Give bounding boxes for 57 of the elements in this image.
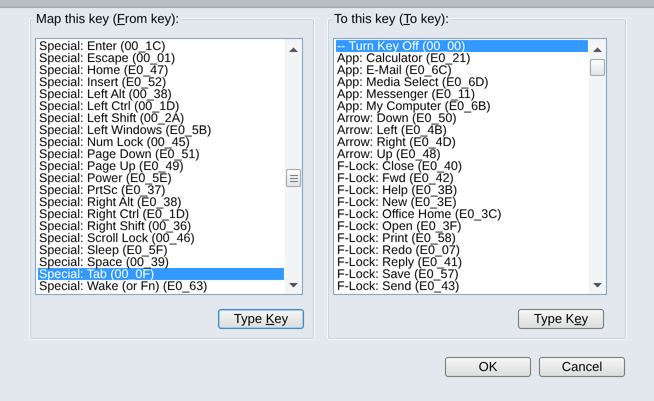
list-item[interactable]: Special: Home (E0_47) <box>38 64 284 76</box>
list-item[interactable]: App: E-Mail (E0_6C) <box>336 64 588 76</box>
key-listbox[interactable] <box>333 38 607 295</box>
list-item[interactable]: Special: Page Up (E0_49) <box>38 160 284 172</box>
list-item[interactable]: Arrow: Left (E0_4B) <box>336 124 588 136</box>
list-item[interactable]: Special: Num Lock (00_45) <box>38 136 284 148</box>
type-key-button[interactable]: Type Key <box>518 309 604 329</box>
down-arrow-icon[interactable] <box>289 282 298 288</box>
list-item[interactable]: F-Lock: Print (E0_58) <box>336 232 588 244</box>
list-item[interactable]: Arrow: Down (E0_50) <box>336 112 588 124</box>
up-arrow-icon[interactable] <box>593 47 602 53</box>
key-listbox[interactable] <box>35 38 303 295</box>
list-item[interactable]: F-Lock: Save (E0_57) <box>336 268 588 280</box>
up-arrow-icon[interactable] <box>289 47 298 53</box>
ok-button[interactable]: OK <box>445 357 531 377</box>
list-item[interactable]: F-Lock: Fwd (E0_42) <box>336 172 588 184</box>
list-item[interactable]: Special: Right Alt (E0_38) <box>38 196 284 208</box>
list-item[interactable]: Special: Right Shift (00_36) <box>38 220 284 232</box>
list-item[interactable]: App: Media Select (E0_6D) <box>336 76 588 88</box>
list-item[interactable]: Special: Space (00_39) <box>38 256 284 268</box>
list-item[interactable]: F-Lock: Send (E0_43) <box>336 280 588 292</box>
list-item[interactable]: Special: Page Down (E0_51) <box>38 148 284 160</box>
list-item[interactable]: Special: Left Windows (E0_5B) <box>38 124 284 136</box>
type-key-button[interactable]: Type Key <box>218 309 304 329</box>
list-item[interactable]: Special: Power (E0_5E) <box>38 172 284 184</box>
list-item[interactable]: Special: Wake (or Fn) (E0_63) <box>38 280 284 292</box>
list-item[interactable]: App: Calculator (E0_21) <box>336 52 588 64</box>
list-item[interactable]: Special: Right Ctrl (E0_1D) <box>38 208 284 220</box>
scroll-thumb[interactable] <box>590 59 605 76</box>
scrollbar[interactable] <box>589 39 606 294</box>
list-item[interactable]: F-Lock: Open (E0_3F) <box>336 220 588 232</box>
list-item[interactable]: App: My Computer (E0_6B) <box>336 100 588 112</box>
list-item[interactable]: Special: Left Shift (00_2A) <box>38 112 284 124</box>
list-item[interactable]: Arrow: Right (E0_4D) <box>336 136 588 148</box>
group-label: To this key (To key): <box>332 11 451 26</box>
list-item[interactable]: Special: Escape (00_01) <box>38 52 284 64</box>
list-item[interactable]: Special: Scroll Lock (00_46) <box>38 232 284 244</box>
cancel-button[interactable]: Cancel <box>539 357 625 377</box>
scroll-thumb[interactable] <box>286 169 301 187</box>
list-item[interactable]: Special: Enter (00_1C) <box>38 40 284 52</box>
list-item[interactable]: Arrow: Up (E0_48) <box>336 148 588 160</box>
list-item[interactable]: App: Messenger (E0_11) <box>336 88 588 100</box>
scrollbar[interactable] <box>285 39 302 294</box>
list-item[interactable]: Special: Insert (E0_52) <box>38 76 284 88</box>
list-item[interactable]: Special: Left Ctrl (00_1D) <box>38 100 284 112</box>
list-item[interactable]: F-Lock: Redo (E0_07) <box>336 244 588 256</box>
list-item[interactable]: Special: Sleep (E0_5F) <box>38 244 284 256</box>
group-label: Map this key (From key): <box>34 11 182 26</box>
list-item[interactable]: F-Lock: Help (E0_3B) <box>336 184 588 196</box>
down-arrow-icon[interactable] <box>593 282 602 288</box>
grip-icon <box>290 174 298 182</box>
list-item[interactable]: F-Lock: Office Home (E0_3C) <box>336 208 588 220</box>
list-item[interactable]: F-Lock: Close (E0_40) <box>336 160 588 172</box>
list-item[interactable]: F-Lock: New (E0_3E) <box>336 196 588 208</box>
list-item[interactable]: F-Lock: Reply (E0_41) <box>336 256 588 268</box>
list-item[interactable]: Special: PrtSc (E0_37) <box>38 184 284 196</box>
list-item[interactable]: Special: Left Alt (00_38) <box>38 88 284 100</box>
